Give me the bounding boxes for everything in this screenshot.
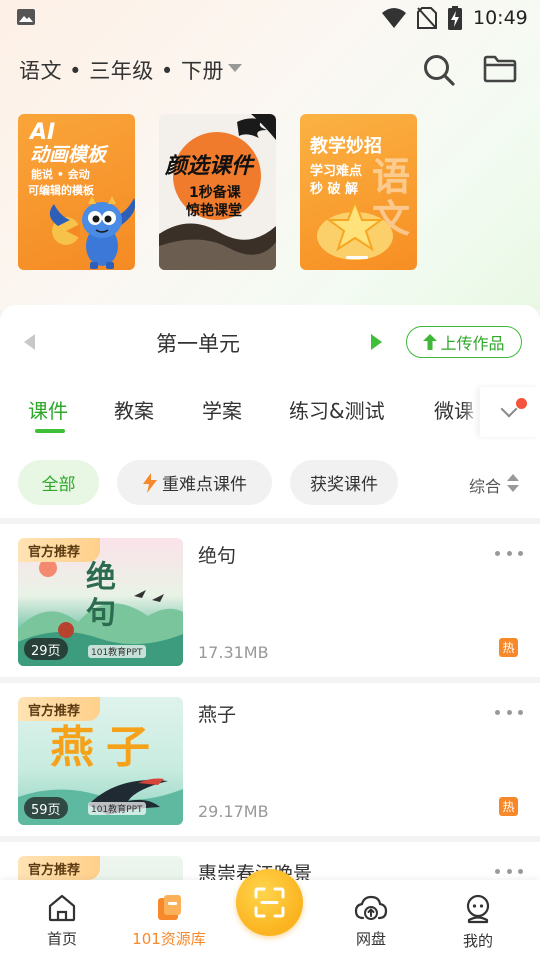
dropdown-caret-icon[interactable] xyxy=(228,64,242,72)
banner-subtitle: 1秒备课 xyxy=(189,185,241,201)
list-item[interactable]: 燕子 官方推荐 101教育PPT 59页 燕子 29.17MB 热 xyxy=(0,683,540,839)
star-cushion-illustration xyxy=(317,199,393,260)
filter-chip-key-points[interactable]: 重难点课件 xyxy=(117,460,272,505)
courseware-thumbnail: 绝句 官方推荐 101教育PPT 29页 xyxy=(18,538,183,666)
filter-bar: 全部 重难点课件 获奖课件 综合 xyxy=(0,460,540,506)
hot-badge: 热 xyxy=(499,638,518,657)
thumbnail-title-text: 绝句 xyxy=(86,560,116,631)
category-tabs: 课件 教案 学案 练习&测试 微课 xyxy=(0,387,540,437)
more-tabs-button[interactable] xyxy=(480,387,540,437)
next-unit-arrow-icon[interactable] xyxy=(371,334,382,350)
courseware-thumbnail: 燕子 官方推荐 101教育PPT 59页 xyxy=(18,697,183,825)
sort-arrows-icon[interactable] xyxy=(507,474,519,492)
upload-work-button[interactable]: 上传作品 xyxy=(406,326,522,358)
bottom-navigation: 首页 101资源库 网盘 我的 xyxy=(0,869,540,960)
chevron-down-icon xyxy=(500,400,518,418)
profile-icon xyxy=(466,894,490,924)
tab-study-guide[interactable]: 学案 xyxy=(202,395,242,424)
banner-title: 教学妙招 xyxy=(310,136,382,157)
header: 语文 • 三年级 • 下册 xyxy=(0,44,540,92)
nav-resource-library[interactable]: 101资源库 xyxy=(124,894,214,949)
banner-teaching-tips[interactable]: 语文 教学妙招 学习难点 秒 破 解 xyxy=(300,114,417,270)
no-sim-icon xyxy=(417,7,437,29)
content-panel: 第一单元 上传作品 课件 教案 学案 练习&测试 微课 全部 重难点课件 获奖课… xyxy=(0,305,540,880)
filter-chip-all[interactable]: 全部 xyxy=(18,460,99,505)
previous-unit-arrow-icon[interactable] xyxy=(24,334,35,350)
more-options-icon[interactable] xyxy=(495,869,523,875)
tab-lesson-plan[interactable]: 教案 xyxy=(114,395,154,424)
search-icon[interactable] xyxy=(422,53,456,87)
unit-selector: 第一单元 上传作品 xyxy=(0,323,540,363)
official-recommend-tag: 官方推荐 xyxy=(18,856,100,880)
nav-home[interactable]: 首页 xyxy=(17,894,107,949)
courseware-thumbnail: 官方推荐 xyxy=(18,856,183,880)
nav-label: 首页 xyxy=(46,930,77,948)
tab-exercises-tests[interactable]: 练习&测试 xyxy=(289,395,385,424)
page-count-badge: 29页 xyxy=(24,638,68,660)
scan-button[interactable] xyxy=(236,869,303,936)
lightning-icon xyxy=(143,472,157,493)
banner-title: 动画模板 xyxy=(30,144,107,166)
filter-chip-label: 获奖课件 xyxy=(310,475,378,495)
nav-label: 网盘 xyxy=(355,930,386,948)
filter-chip-award[interactable]: 获奖课件 xyxy=(290,460,398,505)
sort-selector[interactable]: 综合 xyxy=(469,473,501,497)
nav-profile[interactable]: 我的 xyxy=(433,894,523,951)
list-item[interactable]: 绝句 官方推荐 101教育PPT 29页 绝句 17.31MB 热 xyxy=(0,524,540,680)
status-bar: 10:49 xyxy=(0,0,540,36)
more-options-icon[interactable] xyxy=(495,710,523,716)
folder-icon[interactable] xyxy=(482,53,518,85)
banner-ai-animation-template[interactable]: AI 动画模板 能说 • 会动 可编辑的模板 xyxy=(18,114,135,270)
wifi-icon xyxy=(382,8,406,28)
notification-dot xyxy=(516,398,527,409)
more-options-icon[interactable] xyxy=(495,551,523,557)
banner-subtitle: 能说 • 会动 xyxy=(31,168,90,181)
unit-title: 第一单元 xyxy=(156,332,240,356)
banner-subtitle: 惊艳课堂 xyxy=(186,203,242,219)
scan-icon xyxy=(254,887,285,918)
page-count-badge: 59页 xyxy=(24,797,68,819)
gallery-icon xyxy=(17,9,35,25)
filter-chip-label: 重难点课件 xyxy=(162,475,247,495)
upload-work-label: 上传作品 xyxy=(440,334,505,353)
nav-label: 我的 xyxy=(462,932,493,950)
official-recommend-tag: 官方推荐 xyxy=(18,538,100,562)
courseware-title: 燕子 xyxy=(198,704,237,726)
nav-cloud-drive[interactable]: 网盘 xyxy=(326,894,416,949)
filter-chip-label: 全部 xyxy=(41,475,76,495)
tab-fade-overlay xyxy=(462,387,480,437)
home-icon xyxy=(48,894,76,922)
thumbnail-brand-text: 101教育PPT xyxy=(88,802,146,815)
courseware-title: 绝句 xyxy=(198,545,237,567)
banner-featured-courseware[interactable]: 颜选课件 1秒备课 惊艳课堂 xyxy=(159,114,276,270)
official-recommend-tag: 官方推荐 xyxy=(18,697,100,721)
banner-subtitle: 学习难点 xyxy=(310,164,363,179)
nav-label: 101资源库 xyxy=(132,930,206,948)
dragon-mascot-illustration xyxy=(49,196,135,269)
hot-badge: 热 xyxy=(499,797,518,816)
battery-charging-icon xyxy=(448,6,462,30)
tab-courseware[interactable]: 课件 xyxy=(28,395,68,424)
clock-time: 10:49 xyxy=(473,7,528,29)
thumbnail-brand-text: 101教育PPT xyxy=(88,645,146,658)
file-size: 17.31MB xyxy=(198,643,269,662)
banner-title: 颜选课件 xyxy=(165,154,254,179)
resource-library-icon xyxy=(158,895,181,920)
cloud-upload-icon xyxy=(354,895,388,920)
file-size: 29.17MB xyxy=(198,802,269,821)
subject-selector[interactable]: 语文 • 三年级 • 下册 xyxy=(19,55,224,85)
active-tab-indicator xyxy=(35,429,65,433)
upload-arrow-icon xyxy=(423,334,438,350)
